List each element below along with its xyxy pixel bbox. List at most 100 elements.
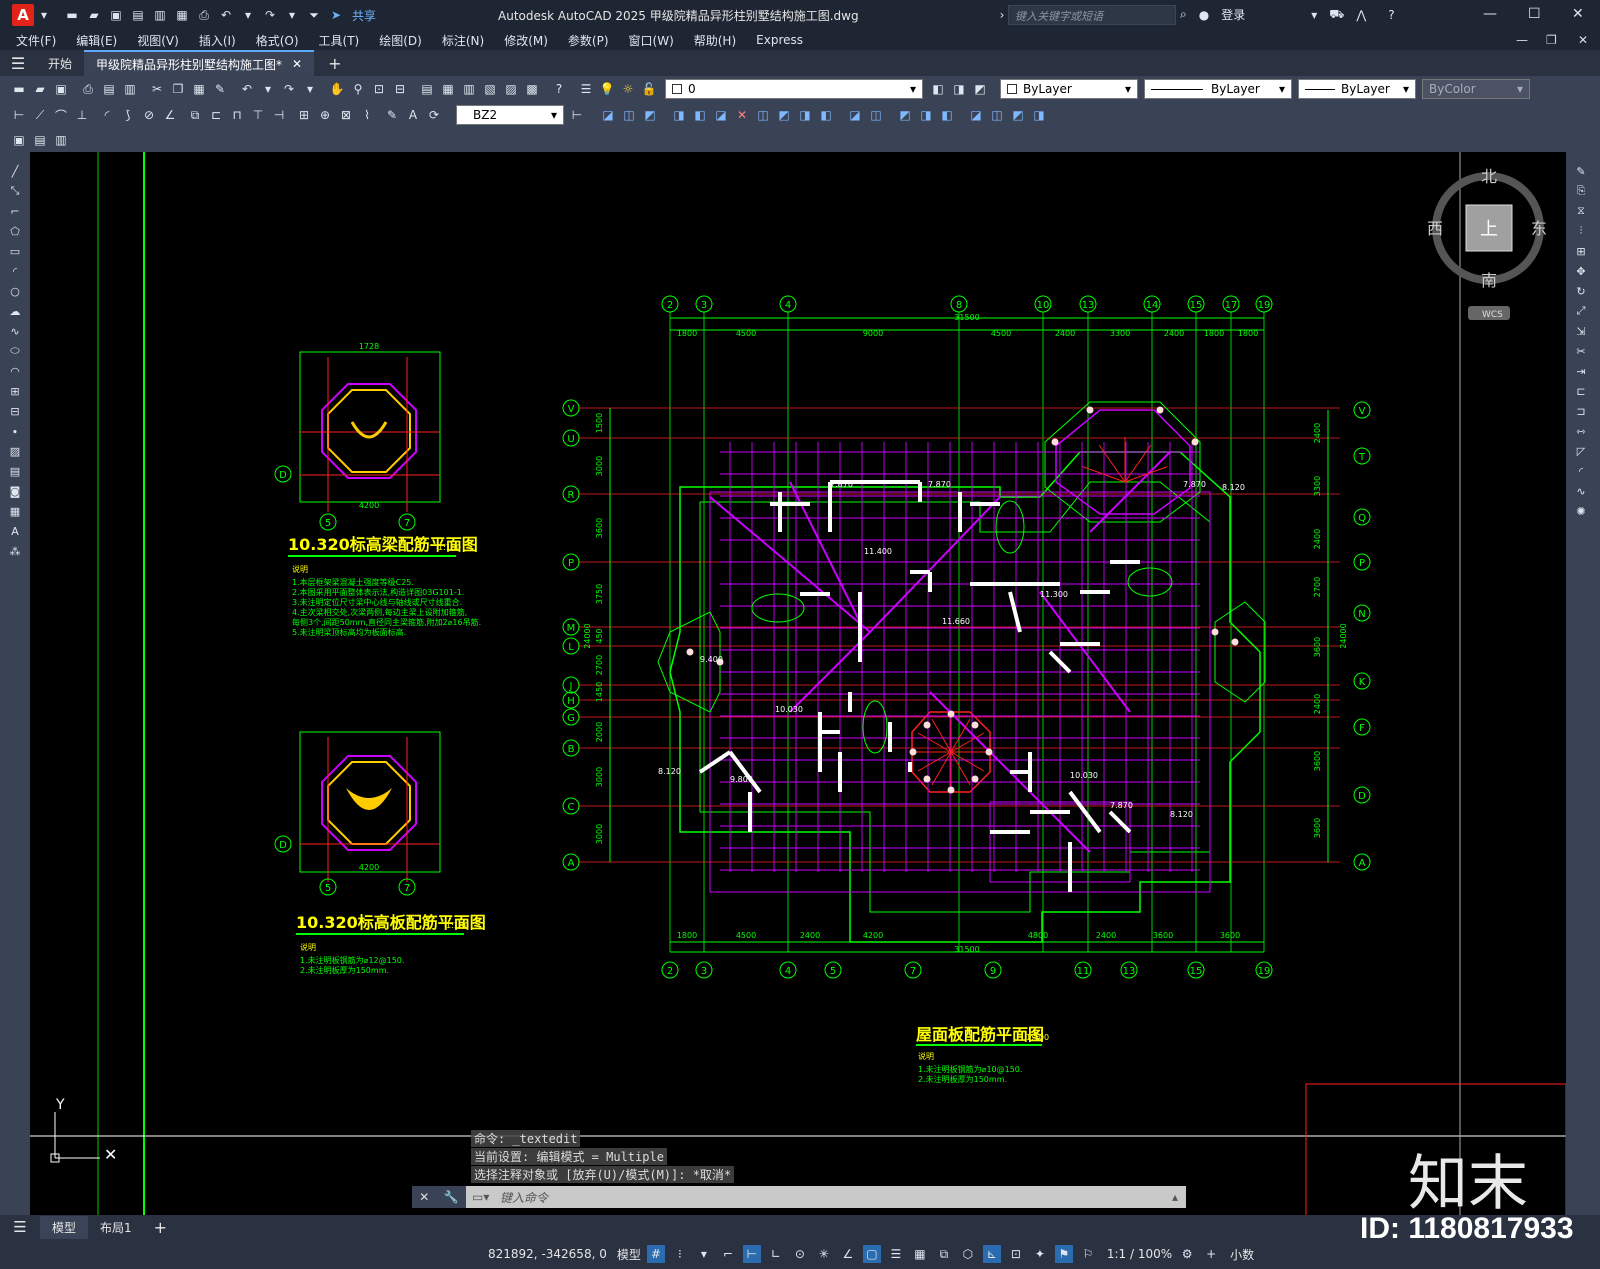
- object-snap-icon[interactable]: ▢: [862, 1245, 881, 1263]
- dim-space-icon[interactable]: ⊤: [249, 106, 267, 124]
- file-tabs-menu-icon[interactable]: ☰: [0, 54, 36, 73]
- zoom-realtime-icon[interactable]: ⚲: [349, 80, 367, 98]
- arc-length-icon[interactable]: ⌒: [52, 106, 70, 124]
- publish-icon[interactable]: ▥: [121, 80, 139, 98]
- angular-dim-icon[interactable]: ∠: [161, 106, 179, 124]
- dim-text-edit-icon[interactable]: A: [404, 106, 422, 124]
- command-close-icon[interactable]: ✕: [419, 1190, 429, 1204]
- menu-express[interactable]: Express: [756, 33, 803, 47]
- array-icon[interactable]: ⊞: [1572, 242, 1590, 260]
- isodraft-icon[interactable]: ✳: [815, 1245, 833, 1263]
- revision-cloud-icon[interactable]: ☁: [6, 302, 24, 320]
- undo-icon[interactable]: ↶: [218, 7, 234, 23]
- union-icon[interactable]: ◪: [599, 106, 617, 124]
- chamfer-icon[interactable]: ◸: [1572, 442, 1590, 460]
- fillet-icon[interactable]: ◜: [1572, 462, 1590, 480]
- login-button[interactable]: 登录: [1221, 6, 1245, 23]
- extrude-faces-icon[interactable]: ◨: [670, 106, 688, 124]
- color-faces-icon[interactable]: ◧: [817, 106, 835, 124]
- line-tool-icon[interactable]: ╱: [6, 162, 24, 180]
- sheet-set-icon[interactable]: ▧: [481, 80, 499, 98]
- rotate-icon[interactable]: ↻: [1572, 282, 1590, 300]
- layout-menu-icon[interactable]: ☰: [0, 1218, 40, 1236]
- dim-edit-icon[interactable]: ✎: [383, 106, 401, 124]
- plot-icon[interactable]: ▥: [152, 7, 168, 23]
- cart-icon[interactable]: ⛟: [1329, 7, 1344, 23]
- construction-line-icon[interactable]: ⤡: [6, 182, 24, 200]
- copy-faces-icon[interactable]: ◨: [796, 106, 814, 124]
- dim-break-icon[interactable]: ⊣: [270, 106, 288, 124]
- scale-icon[interactable]: ⤢: [1572, 302, 1590, 320]
- move-faces-icon[interactable]: ◧: [691, 106, 709, 124]
- jogged-dim-icon[interactable]: ⟆: [119, 106, 137, 124]
- share-button[interactable]: 共享: [352, 7, 376, 24]
- copy-icon[interactable]: ❐: [169, 80, 187, 98]
- layer-lock-icon[interactable]: 🔓: [640, 80, 658, 98]
- maximize-icon[interactable]: ☐: [1528, 6, 1541, 22]
- region-icon[interactable]: ◙: [6, 482, 24, 500]
- gradient-icon[interactable]: ▤: [6, 462, 24, 480]
- slice-icon[interactable]: ◩: [1009, 106, 1027, 124]
- menu-help[interactable]: 帮助(H): [694, 32, 736, 49]
- command-input[interactable]: ▭▾ 键入命令 ▴: [466, 1186, 1186, 1208]
- print-icon[interactable]: ⎙: [196, 7, 212, 23]
- workspace-gear-icon[interactable]: ⚙: [1178, 1245, 1196, 1263]
- baseline-dim-icon[interactable]: ⊏: [207, 106, 225, 124]
- layer-state-icon[interactable]: ◩: [971, 80, 989, 98]
- selection-filter-icon[interactable]: ⊡: [1007, 1245, 1025, 1263]
- user-icon[interactable]: ●: [1199, 8, 1209, 22]
- shell-icon[interactable]: ◪: [967, 106, 985, 124]
- rotate-faces-icon[interactable]: ◫: [754, 106, 772, 124]
- menu-file[interactable]: 文件(F): [16, 32, 56, 49]
- trim-icon[interactable]: ✂: [1572, 342, 1590, 360]
- ellipse-arc-icon[interactable]: ◠: [6, 362, 24, 380]
- drawing-canvas[interactable]: 上 北 南 东 西 WCS Y ✕ D 5 7 1728 4200 10.320…: [30, 152, 1566, 1215]
- hatch-icon[interactable]: ▨: [6, 442, 24, 460]
- layer-properties-icon[interactable]: ☰: [577, 80, 595, 98]
- dimstyle-dropdown[interactable]: BZ2 ▾: [456, 105, 564, 125]
- annotation-visibility-icon[interactable]: ⚑: [1054, 1245, 1073, 1263]
- continue-dim-icon[interactable]: ⊓: [228, 106, 246, 124]
- design-center-icon[interactable]: ▦: [439, 80, 457, 98]
- block-editor-icon[interactable]: ▣: [10, 131, 28, 149]
- spline-icon[interactable]: ∿: [6, 322, 24, 340]
- menu-format[interactable]: 格式(O): [256, 32, 299, 49]
- dynamic-ucs-icon[interactable]: ⊾: [982, 1245, 1001, 1263]
- menu-window[interactable]: 窗口(W): [629, 32, 674, 49]
- menu-tools[interactable]: 工具(T): [319, 32, 360, 49]
- undo-dropdown-icon[interactable]: ▾: [259, 80, 277, 98]
- command-recent-icon[interactable]: ▭▾: [472, 1190, 489, 1204]
- close-icon[interactable]: ✕: [1572, 6, 1584, 22]
- linear-dim-icon[interactable]: ⊢: [10, 106, 28, 124]
- cut-icon[interactable]: ✂: [148, 80, 166, 98]
- table-icon[interactable]: ▦: [6, 502, 24, 520]
- plotstyle-dropdown[interactable]: ByColor ▾: [1422, 79, 1530, 99]
- auto-scale-icon[interactable]: ⚐: [1079, 1245, 1097, 1263]
- clean-icon[interactable]: ◨: [917, 106, 935, 124]
- selection-cycling-icon[interactable]: ⧉: [935, 1245, 953, 1263]
- center-mark-icon[interactable]: ⊕: [316, 106, 334, 124]
- explode-icon[interactable]: ✺: [1572, 502, 1590, 520]
- tolerance-icon[interactable]: ⊞: [295, 106, 313, 124]
- search-icon[interactable]: ⌕: [1180, 7, 1187, 22]
- ortho-icon[interactable]: ∟: [767, 1245, 785, 1263]
- doc-minimize-icon[interactable]: —: [1516, 33, 1528, 47]
- tab-model[interactable]: 模型: [40, 1215, 89, 1239]
- aligned-dim-icon[interactable]: ⟋: [31, 106, 49, 124]
- add-layout-icon[interactable]: +: [154, 1218, 167, 1237]
- pan-icon[interactable]: ✋: [328, 80, 346, 98]
- command-customize-icon[interactable]: 🔧: [444, 1190, 459, 1204]
- model-space-toggle[interactable]: 模型: [617, 1246, 641, 1263]
- tab-layout1[interactable]: 布局1: [88, 1216, 144, 1239]
- grid-icon[interactable]: #: [646, 1245, 665, 1263]
- snap-icon[interactable]: ⁝: [671, 1245, 689, 1263]
- gizmo-icon[interactable]: ✦: [1031, 1245, 1049, 1263]
- extend-icon[interactable]: ⇥: [1572, 362, 1590, 380]
- zoom-previous-icon[interactable]: ⊟: [391, 80, 409, 98]
- layer-previous-icon[interactable]: ◨: [950, 80, 968, 98]
- infer-constraints-icon[interactable]: ⌐: [719, 1245, 737, 1263]
- object-snap-tracking-icon[interactable]: ∠: [839, 1245, 857, 1263]
- plot-preview-icon[interactable]: ▤: [100, 80, 118, 98]
- transparency-icon[interactable]: ▦: [911, 1245, 929, 1263]
- undo-icon[interactable]: ↶: [238, 80, 256, 98]
